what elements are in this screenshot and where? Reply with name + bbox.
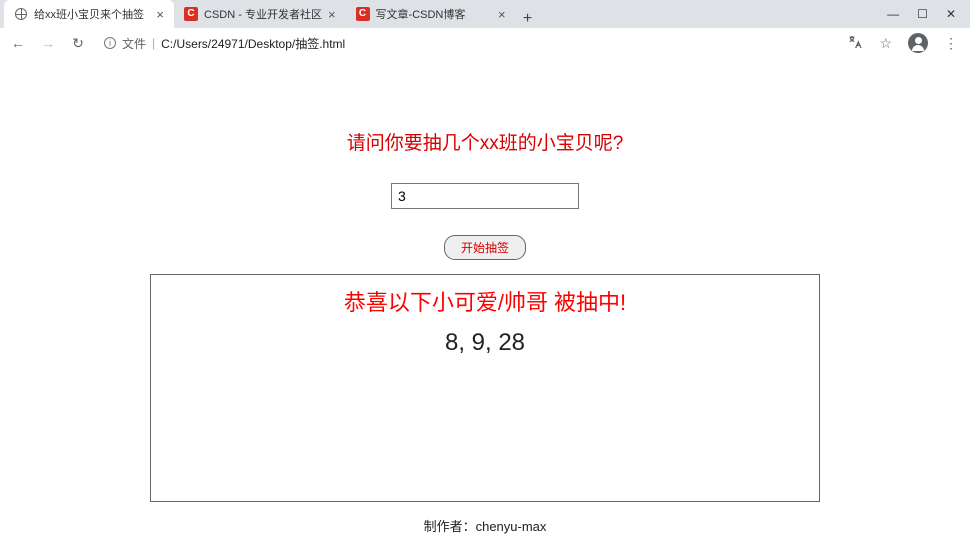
url-separator: | (152, 36, 155, 50)
close-icon[interactable]: × (498, 7, 506, 22)
info-icon[interactable]: i (104, 37, 116, 49)
csdn-icon: C (356, 7, 370, 21)
window-controls: — ☐ ✕ (887, 0, 970, 28)
maximize-icon[interactable]: ☐ (917, 7, 928, 21)
result-box: 恭喜以下小可爱/帅哥 被抽中! 8, 9, 28 (150, 274, 820, 502)
star-icon[interactable]: ☆ (879, 35, 892, 52)
close-icon[interactable]: × (156, 7, 164, 22)
url-scheme-label: 文件 (122, 35, 146, 52)
minimize-icon[interactable]: — (887, 7, 899, 21)
tab-2[interactable]: C 写文章-CSDN博客 × (346, 0, 516, 28)
start-button[interactable]: 开始抽签 (444, 235, 526, 260)
toolbar-right: ☆ ⋮ (847, 33, 962, 53)
count-input[interactable] (391, 183, 579, 209)
url-path: C:/Users/24971/Desktop/抽签.html (161, 35, 345, 52)
tab-1[interactable]: C CSDN - 专业开发者社区 × (174, 0, 346, 28)
new-tab-button[interactable]: + (516, 10, 540, 28)
menu-icon[interactable]: ⋮ (944, 35, 958, 52)
tab-strip: 给xx班小宝贝来个抽签 × C CSDN - 专业开发者社区 × C 写文章-C… (0, 0, 970, 28)
congrats-text: 恭喜以下小可爱/帅哥 被抽中! (151, 285, 819, 317)
window-close-icon[interactable]: ✕ (946, 7, 956, 21)
url-box[interactable]: i 文件 | C:/Users/24971/Desktop/抽签.html (98, 35, 837, 52)
result-numbers: 8, 9, 28 (151, 329, 819, 357)
browser-chrome: 给xx班小宝贝来个抽签 × C CSDN - 专业开发者社区 × C 写文章-C… (0, 0, 970, 58)
address-bar: ← → ↻ i 文件 | C:/Users/24971/Desktop/抽签.h… (0, 28, 970, 58)
tab-title: 写文章-CSDN博客 (376, 6, 492, 22)
tab-title: 给xx班小宝贝来个抽签 (34, 6, 150, 22)
close-icon[interactable]: × (328, 7, 336, 22)
footer-credit: 制作者：chenyu-max (0, 516, 970, 535)
globe-icon (14, 7, 28, 21)
avatar-icon[interactable] (908, 33, 928, 53)
translate-icon[interactable] (847, 34, 863, 53)
reload-icon[interactable]: ↻ (68, 35, 88, 52)
prompt-heading: 请问你要抽几个xx班的小宝贝呢? (0, 128, 970, 155)
tab-0[interactable]: 给xx班小宝贝来个抽签 × (4, 0, 174, 28)
back-icon[interactable]: ← (8, 35, 28, 51)
tab-title: CSDN - 专业开发者社区 (204, 6, 322, 22)
forward-icon: → (38, 35, 58, 51)
csdn-icon: C (184, 7, 198, 21)
page-content: 请问你要抽几个xx班的小宝贝呢? 开始抽签 恭喜以下小可爱/帅哥 被抽中! 8,… (0, 58, 970, 535)
